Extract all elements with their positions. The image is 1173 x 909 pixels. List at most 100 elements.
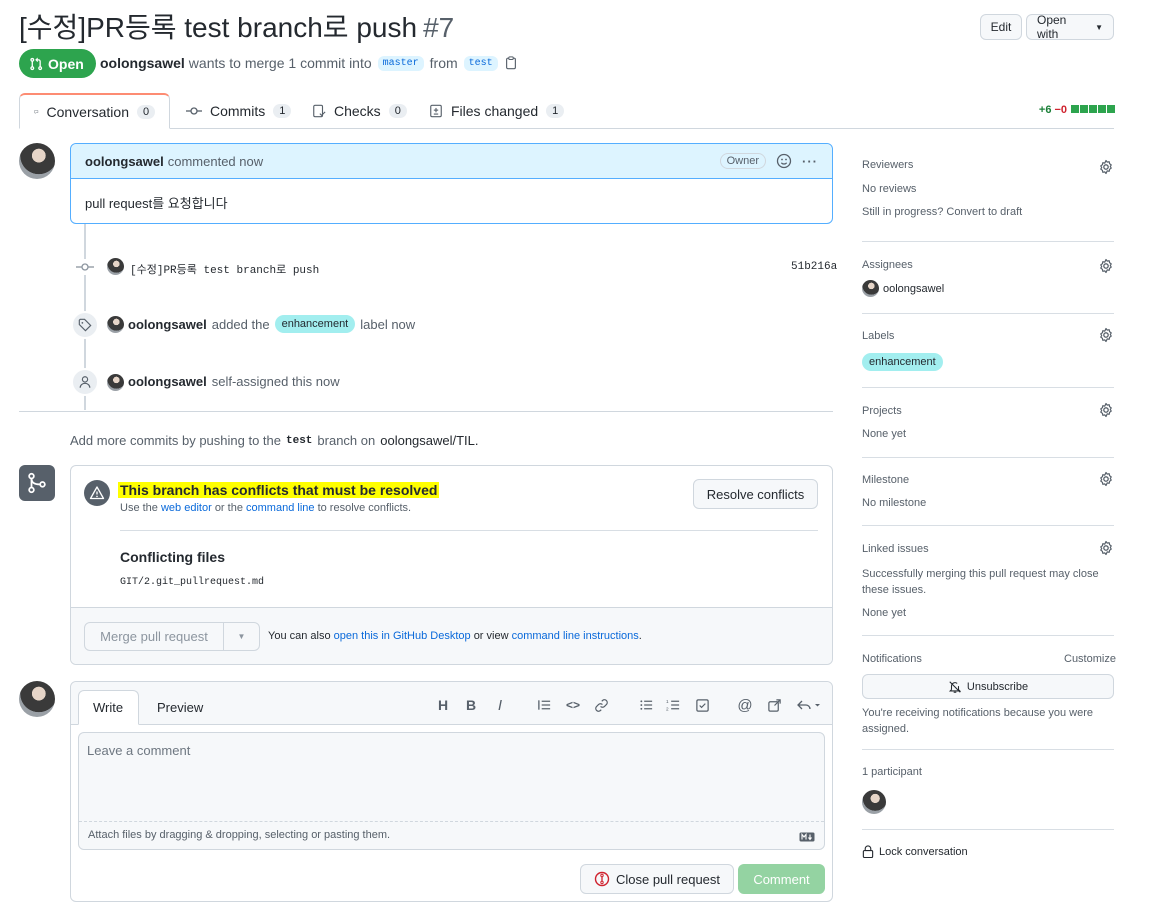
avatar[interactable]	[862, 280, 879, 297]
tab-counter: 0	[388, 104, 407, 118]
avatar[interactable]	[19, 681, 55, 717]
tab-write[interactable]: Write	[78, 690, 139, 725]
cross-reference-icon[interactable]	[764, 695, 784, 715]
link-icon[interactable]	[591, 695, 611, 715]
lock-conversation-link[interactable]: Lock conversation	[862, 845, 968, 858]
event-user[interactable]: oolongsawel	[128, 374, 207, 389]
comment-author[interactable]: oolongsawel	[85, 154, 164, 169]
gear-icon[interactable]	[1098, 540, 1114, 556]
label-event: oolongsawel added the enhancement label …	[128, 315, 415, 333]
push-hint-branch: test	[286, 434, 313, 447]
web-editor-link[interactable]: web editor	[161, 502, 212, 514]
notifications-heading: Notifications	[862, 653, 922, 665]
from-text: from	[429, 55, 458, 71]
close-pull-request-button[interactable]: Close pull request	[580, 864, 734, 894]
event-user[interactable]: oolongsawel	[128, 317, 207, 332]
tab-commits[interactable]: Commits 1	[172, 93, 305, 129]
merge-options-dropdown[interactable]: ▼	[223, 622, 260, 651]
commit-sha[interactable]: 51b216a	[791, 261, 837, 273]
avatar[interactable]	[107, 258, 124, 275]
tab-label: Conversation	[46, 103, 130, 120]
edit-button[interactable]: Edit	[980, 14, 1022, 40]
github-desktop-link[interactable]: open this in GitHub Desktop	[334, 630, 471, 642]
linked-issues-heading[interactable]: Linked issues	[862, 543, 929, 555]
resolve-conflicts-button[interactable]: Resolve conflicts	[693, 479, 818, 509]
bullet-list-icon[interactable]	[636, 695, 656, 715]
heading-icon[interactable]: H	[433, 695, 453, 715]
tab-checks[interactable]: Checks 0	[298, 93, 421, 129]
gear-icon[interactable]	[1098, 159, 1114, 175]
milestone-value: No milestone	[862, 497, 927, 509]
labels-heading[interactable]: Labels	[862, 330, 894, 342]
avatar[interactable]	[19, 143, 55, 179]
gear-icon[interactable]	[1098, 402, 1114, 418]
timeline-divider	[19, 411, 833, 412]
push-hint: Add more commits by pushing to the test …	[70, 433, 479, 448]
comment-body: pull request를 요청합니다	[85, 196, 228, 211]
command-line-instructions-link[interactable]: command line instructions	[512, 630, 639, 642]
conflicting-file: GIT/2.git_pullrequest.md	[120, 577, 265, 588]
convert-to-draft-link[interactable]: Still in progress? Convert to draft	[862, 206, 1022, 218]
hint-text: to resolve conflicts.	[317, 502, 412, 514]
caret-down-icon: ▼	[237, 632, 246, 641]
italic-icon[interactable]: I	[490, 695, 510, 715]
sidebar-divider	[862, 241, 1114, 242]
conflicting-files-heading: Conflicting files	[120, 549, 225, 565]
smiley-icon[interactable]	[776, 153, 792, 169]
linked-issues-value: None yet	[862, 607, 907, 619]
gear-icon[interactable]	[1098, 471, 1114, 487]
attach-bar[interactable]: Attach files by dragging & dropping, sel…	[79, 821, 824, 849]
hint-text: You can also	[268, 630, 331, 642]
notifications-reason: You're receiving notifications because y…	[862, 707, 1093, 735]
open-with-button[interactable]: Open with ▼	[1026, 13, 1114, 41]
avatar[interactable]	[862, 790, 886, 814]
commit-message[interactable]: [수정]PR등록 test branch로 push	[130, 261, 319, 277]
markdown-icon	[799, 829, 815, 845]
comment-button[interactable]: Comment	[738, 864, 825, 894]
unsubscribe-button[interactable]: Unsubscribe	[862, 674, 1114, 699]
customize-link[interactable]: Customize	[1064, 653, 1116, 665]
assignees-heading[interactable]: Assignees	[862, 259, 913, 271]
command-line-link[interactable]: command line	[246, 502, 314, 514]
bell-slash-icon	[948, 680, 962, 693]
tab-conversation[interactable]: Conversation 0	[19, 93, 170, 129]
gear-icon[interactable]	[1098, 327, 1114, 343]
tab-preview[interactable]: Preview	[143, 690, 217, 725]
saved-replies-icon[interactable]	[795, 695, 823, 715]
milestone-heading[interactable]: Milestone	[862, 474, 909, 486]
code-icon[interactable]: <>	[563, 695, 583, 715]
author-link[interactable]: oolongsawel	[100, 55, 185, 71]
sidebar-divider	[862, 525, 1114, 526]
projects-heading[interactable]: Projects	[862, 405, 902, 417]
copy-icon[interactable]	[504, 56, 518, 70]
conflict-title-text: This branch has conflicts that must be r…	[118, 482, 440, 498]
kebab-icon[interactable]: ···	[802, 154, 818, 169]
alert-icon	[84, 480, 110, 506]
reviewers-heading[interactable]: Reviewers	[862, 159, 913, 171]
task-list-icon[interactable]	[692, 695, 712, 715]
diffstat-additions: +6	[1038, 104, 1052, 116]
merge-divider	[120, 530, 818, 531]
event-text: added the	[211, 316, 270, 332]
mention-icon[interactable]: @	[735, 695, 755, 715]
caret-down-icon: ▼	[1095, 22, 1103, 32]
linked-issues-text: Successfully merging this pull request m…	[862, 568, 1099, 596]
bold-icon[interactable]: B	[461, 695, 481, 715]
avatar[interactable]	[107, 374, 124, 391]
head-branch[interactable]: test	[463, 55, 498, 71]
pr-title: [수정]PR등록 test branch로 push #7	[19, 6, 454, 46]
quote-icon[interactable]	[534, 695, 554, 715]
tab-files-changed[interactable]: Files changed 1	[415, 93, 578, 129]
gear-icon[interactable]	[1098, 258, 1114, 274]
numbered-list-icon[interactable]: 12	[663, 695, 683, 715]
label-enhancement[interactable]: enhancement	[274, 315, 356, 333]
merge-pull-request-button[interactable]: Merge pull request	[84, 622, 224, 651]
avatar[interactable]	[107, 316, 124, 333]
base-branch[interactable]: master	[377, 55, 424, 71]
hint-text: or the	[214, 502, 243, 514]
assignee-name[interactable]: oolongsawel	[883, 283, 944, 295]
label-enhancement[interactable]: enhancement	[862, 353, 943, 371]
conflict-hint: Use the web editor or the command line t…	[120, 502, 411, 514]
assign-event: oolongsawel self-assigned this now	[128, 374, 340, 389]
repo-link[interactable]: oolongsawel/TIL.	[380, 433, 478, 448]
